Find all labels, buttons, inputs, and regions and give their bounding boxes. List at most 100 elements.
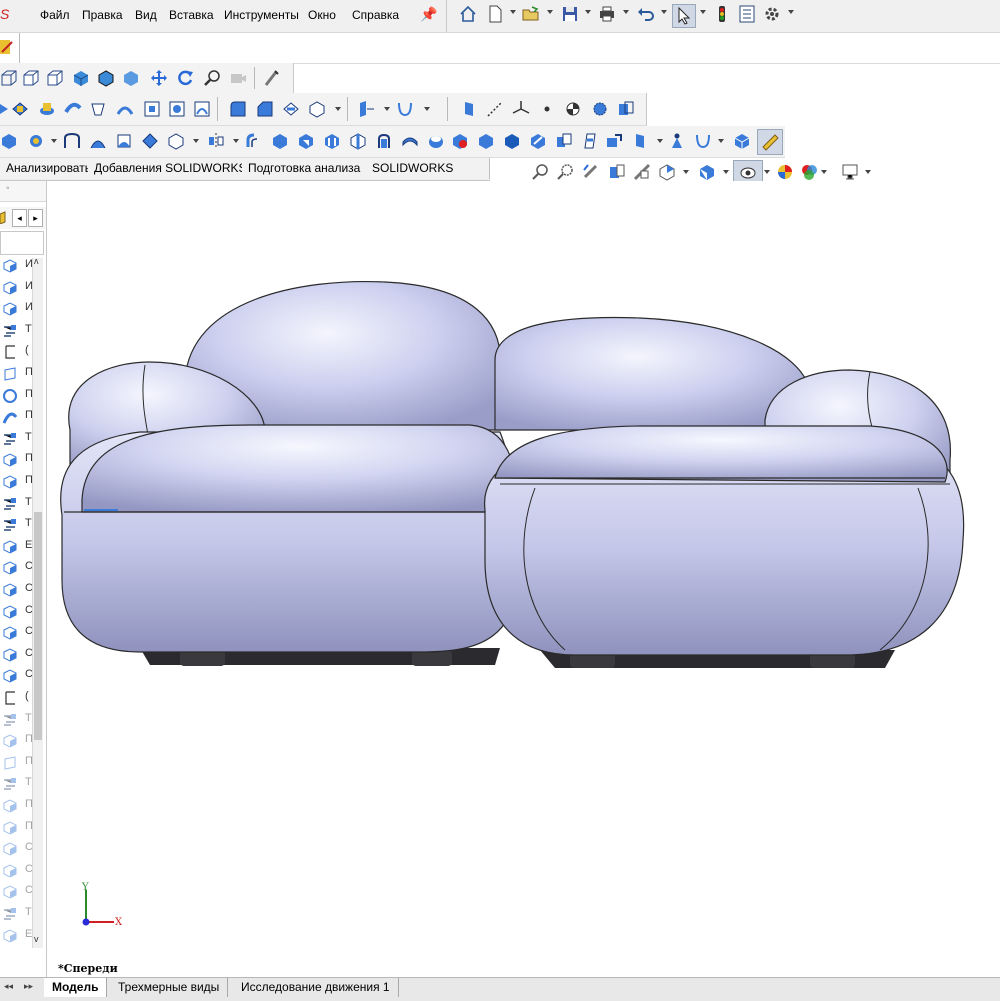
tab-scroll-right-icon[interactable]: ▸▸	[24, 981, 33, 992]
chamfer-icon[interactable]	[256, 100, 274, 118]
new-document-icon[interactable]	[486, 5, 504, 23]
shell-icon[interactable]	[308, 100, 326, 118]
plane-icon[interactable]	[460, 100, 478, 118]
box-hidden-lines-icon[interactable]	[22, 69, 40, 87]
scrollbar-thumb[interactable]	[34, 512, 42, 740]
box-removed-lines-icon[interactable]	[46, 69, 64, 87]
shaded-edges-icon[interactable]	[97, 69, 115, 87]
menu-help[interactable]: Справка	[352, 8, 399, 22]
chevron-down-icon[interactable]	[821, 170, 827, 174]
loft-icon[interactable]	[89, 100, 107, 118]
bounding-box-icon[interactable]	[617, 100, 635, 118]
chevron-down-icon[interactable]	[193, 139, 199, 143]
tab-motion-study[interactable]: Исследование движения 1	[233, 978, 399, 997]
menu-window[interactable]: Окно	[308, 8, 336, 22]
filled-surface-icon[interactable]	[141, 132, 159, 150]
appearance-icon[interactable]	[262, 69, 280, 87]
curves-icon[interactable]	[396, 100, 414, 118]
replace-face-icon[interactable]	[451, 132, 469, 150]
axis-icon[interactable]	[486, 100, 504, 118]
cut-extrude-icon[interactable]	[143, 100, 161, 118]
chevron-down-icon[interactable]	[661, 10, 667, 14]
surface-revolve-icon[interactable]	[27, 132, 45, 150]
revolve-icon[interactable]	[38, 100, 56, 118]
tab-scroll-left-icon[interactable]: ◂◂	[4, 981, 13, 992]
tab-solidworks-plastics[interactable]: SOLIDWORKS Plastics	[366, 158, 490, 196]
scroll-tabs-left-button[interactable]: ◂	[12, 209, 27, 227]
shadows-icon[interactable]	[122, 69, 140, 87]
scroll-tabs-right-button[interactable]: ▸	[28, 209, 43, 227]
tab-solidworks-addins[interactable]: Добавления SOLIDWORKS	[88, 158, 254, 179]
point-icon[interactable]	[538, 100, 556, 118]
tree-scrollbar[interactable]: ʌ v	[32, 256, 43, 948]
surface-sweep-icon[interactable]	[63, 132, 81, 150]
chevron-down-icon[interactable]	[865, 170, 871, 174]
combine-icon[interactable]	[555, 132, 573, 150]
offset-surface-icon[interactable]	[245, 132, 263, 150]
options-icon[interactable]	[763, 5, 781, 23]
chevron-down-icon[interactable]	[547, 10, 553, 14]
chevron-down-icon[interactable]	[723, 170, 729, 174]
sketch-pencil-icon[interactable]	[0, 38, 18, 56]
print-icon[interactable]	[598, 5, 616, 23]
view-settings-icon[interactable]	[841, 163, 859, 181]
zoom-to-fit-icon[interactable]	[532, 163, 550, 181]
tab-model[interactable]: Модель	[44, 978, 108, 997]
tab-analyze[interactable]: Анализировать	[0, 158, 98, 179]
mirror-icon[interactable]	[207, 132, 225, 150]
home-icon[interactable]	[459, 5, 477, 23]
split-line-icon[interactable]	[529, 132, 547, 150]
graphics-area[interactable]: Y X	[47, 181, 1000, 961]
view-orientation-icon[interactable]	[658, 163, 676, 181]
menu-file[interactable]: Файл	[40, 8, 70, 22]
intersect-icon[interactable]	[581, 132, 599, 150]
chevron-down-icon[interactable]	[683, 170, 689, 174]
chevron-down-icon[interactable]	[510, 10, 516, 14]
instant3d-icon[interactable]	[733, 132, 751, 150]
scroll-down-icon[interactable]: v	[34, 934, 39, 944]
fillet-icon[interactable]	[229, 100, 247, 118]
reference-geometry-icon[interactable]	[357, 100, 375, 118]
chevron-down-icon[interactable]	[764, 170, 770, 174]
thicken-icon[interactable]	[401, 132, 419, 150]
menu-tools[interactable]: Инструменты	[224, 8, 299, 22]
coordinate-system-icon[interactable]	[512, 100, 530, 118]
collapse-icon[interactable]: ◦	[6, 183, 10, 194]
display-style-icon[interactable]	[698, 163, 716, 181]
delete-face-icon[interactable]	[427, 132, 445, 150]
trim-surface-icon[interactable]	[323, 132, 341, 150]
chevron-down-icon[interactable]	[657, 139, 663, 143]
chevron-down-icon[interactable]	[51, 139, 57, 143]
camera-icon[interactable]	[229, 69, 247, 87]
undo-icon[interactable]	[637, 5, 655, 23]
chevron-down-icon[interactable]	[233, 139, 239, 143]
box-wire-icon[interactable]	[0, 69, 18, 87]
pan-icon[interactable]	[150, 69, 168, 87]
boundary-icon[interactable]	[116, 100, 134, 118]
center-mark-icon[interactable]	[668, 132, 686, 150]
boundary-surface-icon[interactable]	[115, 132, 133, 150]
chevron-down-icon[interactable]	[788, 10, 794, 14]
select-button[interactable]	[672, 4, 696, 28]
surface-extrude-icon[interactable]	[0, 132, 18, 150]
ruled-surface-icon[interactable]	[271, 132, 289, 150]
previous-view-icon[interactable]	[582, 163, 600, 181]
sofa-model[interactable]: Y X	[47, 181, 1000, 961]
zoom-icon[interactable]	[203, 69, 221, 87]
chevron-down-icon[interactable]	[718, 139, 724, 143]
extend-surface-icon[interactable]	[297, 132, 315, 150]
tab-3d-views[interactable]: Трехмерные виды	[110, 978, 229, 997]
open-icon[interactable]	[522, 5, 540, 23]
mate-reference-icon[interactable]	[591, 100, 609, 118]
move-copy-body-icon[interactable]	[605, 132, 623, 150]
menu-insert[interactable]: Вставка	[169, 8, 214, 22]
cut-revolve-icon[interactable]	[168, 100, 186, 118]
chevron-down-icon[interactable]	[384, 107, 390, 111]
scroll-up-icon[interactable]: ʌ	[34, 256, 39, 266]
tab-analysis-preparation[interactable]: Подготовка анализа	[242, 158, 368, 179]
dynamic-annotation-icon[interactable]	[633, 163, 651, 181]
apply-scene-icon[interactable]	[800, 163, 818, 181]
rotate-icon[interactable]	[176, 69, 194, 87]
chevron-down-icon[interactable]	[700, 10, 706, 14]
untrim-surface-icon[interactable]	[349, 132, 367, 150]
